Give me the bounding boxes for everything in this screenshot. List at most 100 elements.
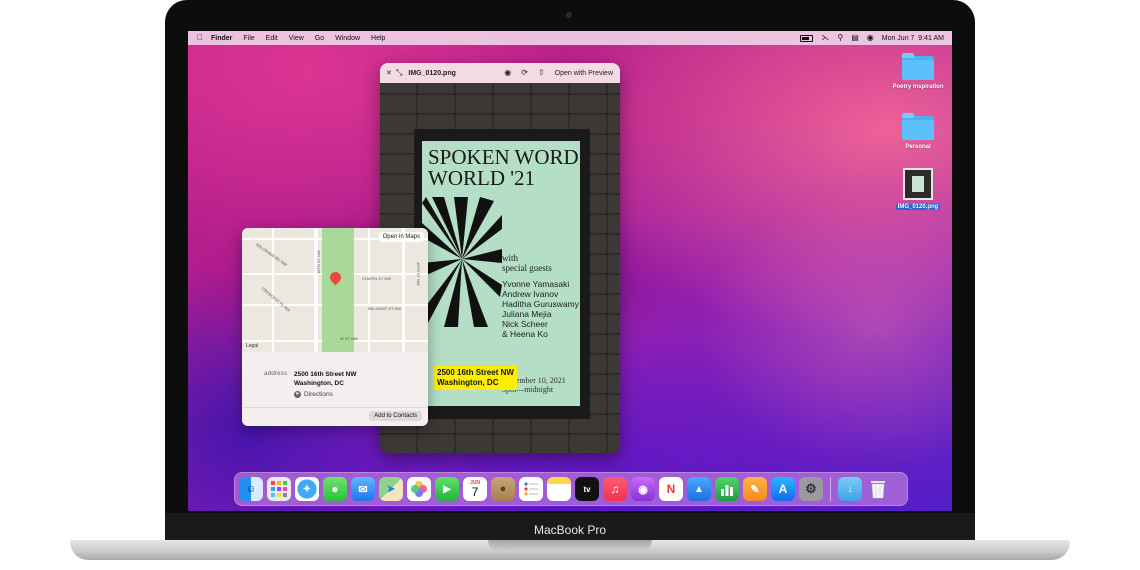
notes-icon[interactable] bbox=[547, 477, 571, 501]
poster-burst-graphic bbox=[422, 197, 502, 327]
launchpad-icon[interactable] bbox=[267, 477, 291, 501]
close-icon[interactable]: ✕ bbox=[386, 70, 393, 77]
map-park bbox=[322, 228, 354, 352]
desktop-file-img0120[interactable]: IMG_0120.png bbox=[895, 168, 941, 210]
apple-tv-icon[interactable]: tv bbox=[575, 477, 599, 501]
podcasts-icon[interactable]: ◉ bbox=[631, 477, 655, 501]
camera-icon bbox=[566, 12, 572, 18]
live-text-line1: 2500 16th Street NW bbox=[437, 368, 514, 377]
messages-icon[interactable]: ● bbox=[323, 477, 347, 501]
status-area: ⋋ ⚲ ▤ ◉ Mon Jun 7 9:41 AM bbox=[800, 31, 944, 45]
share-icon[interactable]: ⇧ bbox=[538, 69, 545, 77]
wifi-icon[interactable]: ⋋ bbox=[821, 34, 829, 42]
desktop-folder-poetry[interactable]: Poetry Inspiration bbox=[893, 53, 944, 90]
menu-file[interactable]: File bbox=[243, 35, 254, 42]
maps-icon[interactable]: ➤ bbox=[379, 477, 403, 501]
laptop-base bbox=[70, 540, 1070, 570]
trash-icon[interactable] bbox=[866, 477, 890, 501]
poster-title[interactable]: SPOKEN WORD WORLD '21 bbox=[428, 147, 579, 189]
desktop-screen:  Finder File Edit View Go Window Help ⋋… bbox=[188, 31, 952, 511]
poster-guests[interactable]: Yvonne Yamasaki Andrew Ivanov Haditha Gu… bbox=[502, 279, 579, 339]
menu-help[interactable]: Help bbox=[371, 35, 385, 42]
numbers-icon[interactable] bbox=[715, 477, 739, 501]
battery-icon[interactable] bbox=[800, 34, 814, 42]
desktop-item-label: Personal bbox=[905, 144, 931, 150]
menu-go[interactable]: Go bbox=[315, 35, 324, 42]
open-in-maps-button[interactable]: Open in Maps bbox=[378, 232, 424, 242]
maps-popover: 16TH ST NW KALORAMA RD NW CHAPIN ST NW C… bbox=[242, 228, 428, 426]
laptop-notch bbox=[488, 540, 652, 551]
downloads-folder-icon[interactable]: ↓ bbox=[838, 477, 862, 501]
music-icon[interactable]: ♫ bbox=[603, 477, 627, 501]
guest-name: Nick Scheer bbox=[502, 319, 548, 329]
mail-icon[interactable]: ✉ bbox=[351, 477, 375, 501]
system-preferences-icon[interactable]: ⚙ bbox=[799, 477, 823, 501]
map-road bbox=[314, 228, 318, 352]
folder-icon bbox=[902, 113, 934, 140]
image-thumbnail bbox=[903, 168, 933, 200]
menu-clock[interactable]: Mon Jun 7 9:41 AM bbox=[882, 35, 944, 42]
directions-button[interactable]: ➤ Directions bbox=[294, 391, 333, 398]
fullscreen-icon[interactable]: ⤡ bbox=[396, 69, 402, 77]
map-road-label: 15TH ST NW bbox=[416, 262, 421, 286]
app-store-icon[interactable]: A bbox=[771, 477, 795, 501]
control-center-icon[interactable]: ▤ bbox=[851, 34, 859, 42]
menu-window[interactable]: Window bbox=[335, 35, 360, 42]
map-road bbox=[368, 228, 370, 352]
map-legal-link[interactable]: Legal bbox=[246, 343, 258, 349]
photos-icon[interactable] bbox=[407, 477, 431, 501]
apple-menu-icon[interactable]:  bbox=[197, 34, 205, 42]
quicklook-toolbar: ✕ ⤡ IMG_0120.png ◉ ⟳ ⇧ Open with Preview bbox=[380, 63, 620, 83]
map-road bbox=[272, 228, 274, 352]
map-preview[interactable]: 16TH ST NW KALORAMA RD NW CHAPIN ST NW C… bbox=[242, 228, 428, 352]
guest-name: Juliana Mejia bbox=[502, 309, 552, 319]
dock: ☺ ✦ ● ✉ ➤ ▶ JUN 7 ● tv ♫ ◉ N ▲ ✎ A ⚙ ↓ bbox=[234, 472, 908, 506]
map-road-label: 16TH ST NW bbox=[316, 250, 321, 274]
contacts-icon[interactable]: ● bbox=[491, 477, 515, 501]
markup-icon[interactable]: ◉ bbox=[504, 69, 511, 77]
map-road-label: CRESCENT PL NW bbox=[260, 286, 292, 313]
quicklook-title: IMG_0120.png bbox=[408, 69, 456, 77]
menu-app-name[interactable]: Finder bbox=[211, 35, 232, 42]
desktop-item-label: IMG_0120.png bbox=[895, 204, 941, 210]
desktop-folder-personal[interactable]: Personal bbox=[901, 113, 935, 150]
guest-name: Yvonne Yamasaki bbox=[502, 279, 570, 289]
guest-name: Haditha Guruswamy bbox=[502, 299, 580, 309]
spotlight-search-icon[interactable]: ⚲ bbox=[837, 34, 843, 42]
menu-view[interactable]: View bbox=[289, 35, 304, 42]
folder-icon bbox=[902, 53, 934, 80]
guest-name: Andrew Ivanov bbox=[502, 289, 559, 299]
address-line1: 2500 16th Street NW bbox=[294, 371, 357, 378]
rotate-icon[interactable]: ⟳ bbox=[521, 69, 528, 77]
safari-icon[interactable]: ✦ bbox=[295, 477, 319, 501]
add-to-contacts-button[interactable]: Add to Contacts bbox=[369, 411, 422, 421]
live-text-address-highlight[interactable]: 2500 16th Street NW Washington, DC bbox=[434, 366, 517, 390]
map-road-label: BELMONT ST NW bbox=[368, 306, 402, 311]
menu-edit[interactable]: Edit bbox=[266, 35, 278, 42]
calendar-icon[interactable]: JUN 7 bbox=[463, 477, 487, 501]
map-road bbox=[402, 228, 405, 352]
directions-label: Directions bbox=[304, 391, 333, 398]
facetime-icon[interactable]: ▶ bbox=[435, 477, 459, 501]
calendar-day: 7 bbox=[471, 484, 479, 499]
divider bbox=[242, 407, 428, 408]
news-icon[interactable]: N bbox=[659, 477, 683, 501]
directions-icon: ➤ bbox=[294, 391, 301, 398]
poster-with[interactable]: with special guests bbox=[502, 253, 552, 273]
poster-title-line2: WORLD '21 bbox=[428, 166, 536, 190]
address-label: address bbox=[264, 370, 288, 377]
address-value: 2500 16th Street NW Washington, DC bbox=[294, 370, 357, 388]
open-with-preview-button[interactable]: Open with Preview bbox=[555, 70, 613, 77]
map-road-label: CHAPIN ST NW bbox=[362, 276, 392, 281]
finder-icon[interactable]: ☺ bbox=[239, 477, 263, 501]
menu-bar:  Finder File Edit View Go Window Help ⋋… bbox=[188, 31, 952, 45]
poster-with-line1: with bbox=[502, 253, 519, 263]
pages-icon[interactable]: ✎ bbox=[743, 477, 767, 501]
siri-icon[interactable]: ◉ bbox=[867, 34, 874, 42]
keynote-icon[interactable]: ▲ bbox=[687, 477, 711, 501]
tv-label: tv bbox=[583, 484, 591, 494]
laptop-chin: MacBook Pro bbox=[165, 513, 975, 540]
reminders-icon[interactable] bbox=[519, 477, 543, 501]
map-road-label: W ST NW bbox=[340, 336, 358, 341]
poster-title-line1: SPOKEN WORD bbox=[428, 145, 579, 169]
